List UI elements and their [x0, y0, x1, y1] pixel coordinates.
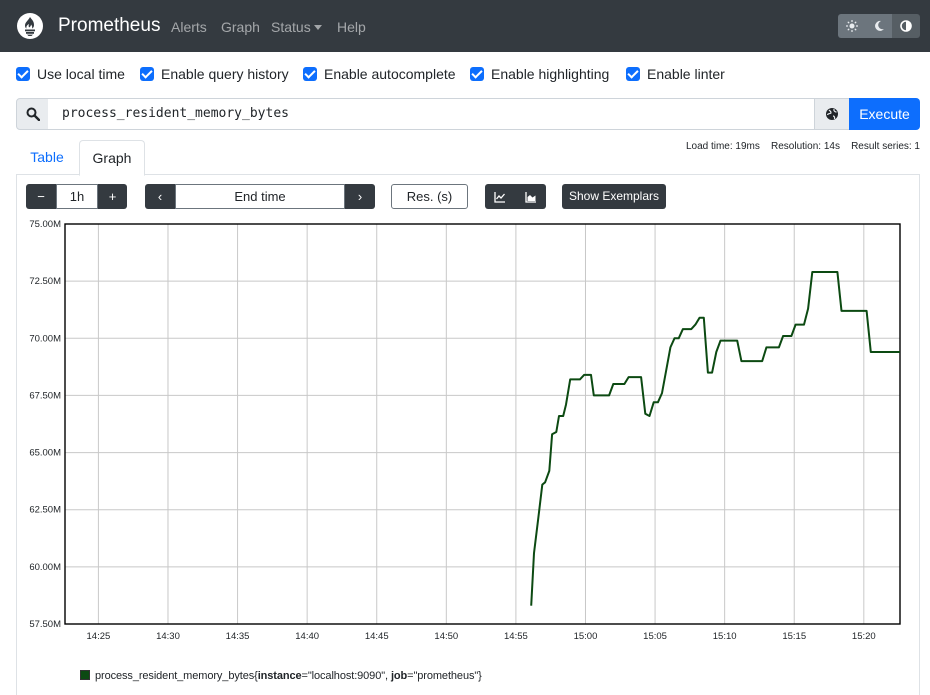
x-tick-label: 15:00: [574, 631, 598, 642]
y-tick-label: 67.50M: [29, 390, 61, 401]
y-tick-label: 62.50M: [29, 505, 61, 516]
y-tick-label: 57.50M: [29, 619, 61, 630]
legend-label-value: ="prometheus"}: [407, 670, 482, 682]
series-swatch: [80, 670, 90, 680]
x-tick-label: 15:20: [852, 631, 876, 642]
x-tick-label: 14:25: [87, 631, 111, 642]
y-tick-label: 60.00M: [29, 562, 61, 573]
y-tick-label: 70.00M: [29, 333, 61, 344]
y-tick-label: 75.00M: [29, 219, 61, 230]
x-tick-label: 15:05: [643, 631, 667, 642]
x-tick-label: 14:35: [226, 631, 250, 642]
x-tick-label: 15:15: [782, 631, 806, 642]
y-tick-label: 72.50M: [29, 276, 61, 287]
x-tick-label: 14:40: [295, 631, 319, 642]
legend-label-key: job: [390, 670, 408, 682]
x-tick-label: 15:10: [713, 631, 737, 642]
legend-label-key: instance: [257, 670, 302, 682]
chart-legend[interactable]: process_resident_memory_bytes{instance="…: [80, 670, 482, 682]
plot-frame: [64, 223, 901, 625]
x-tick-label: 14:45: [365, 631, 389, 642]
x-tick-label: 14:55: [504, 631, 528, 642]
x-tick-label: 14:30: [156, 631, 180, 642]
x-tick-label: 14:50: [434, 631, 458, 642]
tab-graph[interactable]: Graph: [79, 140, 145, 176]
legend-metric: process_resident_memory_bytes: [95, 670, 255, 682]
legend-label-value: ="localhost:9090",: [301, 670, 391, 682]
series-line: [530, 271, 900, 606]
y-tick-label: 65.00M: [29, 448, 61, 459]
time-series-chart: 57.50M 60.00M 62.50M 65.00M 67.50M 70.00M 72.5…: [29, 219, 901, 642]
